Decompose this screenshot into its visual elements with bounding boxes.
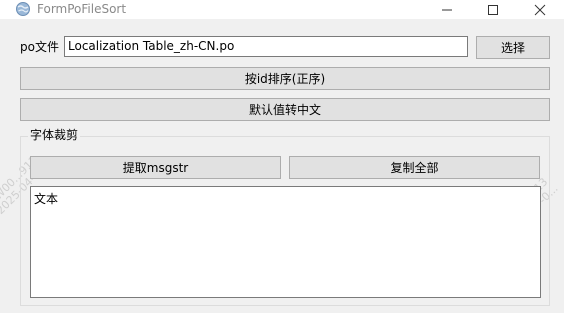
app-globe-icon: [15, 1, 31, 17]
close-button[interactable]: [517, 0, 563, 19]
maximize-button[interactable]: [470, 0, 516, 19]
select-file-button[interactable]: 选择: [476, 36, 550, 59]
text-output-area[interactable]: 文本: [30, 186, 541, 298]
title-bar[interactable]: FormPoFileSort: [0, 0, 564, 19]
close-icon: [534, 4, 546, 16]
minimize-icon: [442, 9, 452, 11]
po-file-path-input[interactable]: Localization Table_zh-CN.po: [64, 36, 468, 57]
window-title: FormPoFileSort: [37, 2, 127, 16]
default-to-chinese-button[interactable]: 默认值转中文: [20, 98, 550, 121]
maximize-icon: [488, 5, 498, 15]
po-file-label: po文件: [20, 40, 59, 54]
extract-msgstr-button[interactable]: 提取msgstr: [30, 156, 281, 179]
copy-all-button[interactable]: 复制全部: [289, 156, 540, 179]
sort-by-id-button[interactable]: 按id排序(正序): [20, 67, 550, 90]
font-crop-group-label: 字体裁剪: [28, 128, 81, 142]
minimize-button[interactable]: [424, 0, 470, 19]
